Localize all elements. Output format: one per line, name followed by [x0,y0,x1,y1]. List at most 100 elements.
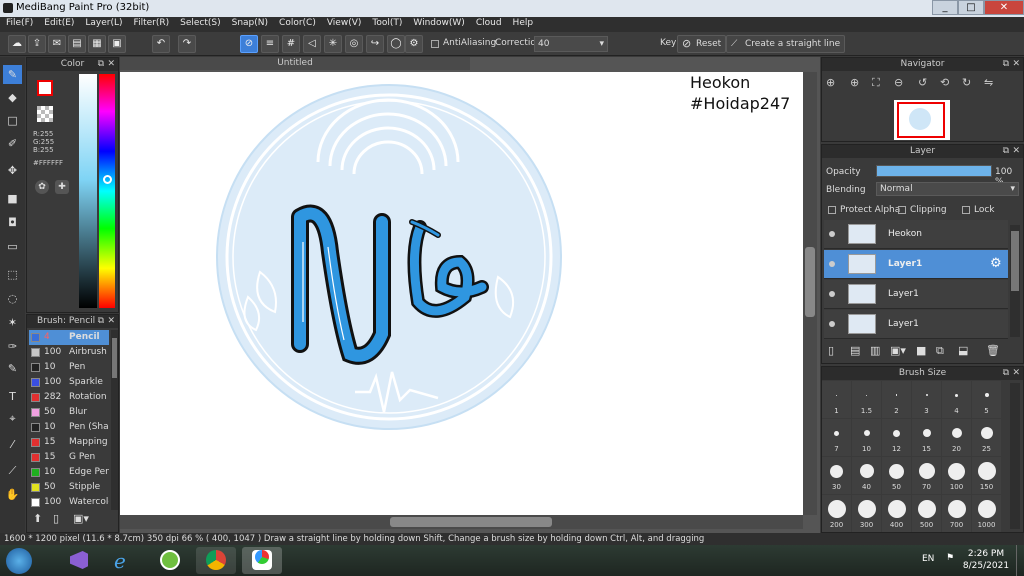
float-icon[interactable]: ⧉ [1003,145,1009,158]
brush-size-option[interactable]: 150 [972,457,1001,494]
move-tool-icon[interactable]: ✥ [3,161,22,180]
rotate-left-icon[interactable]: ↺ [918,76,927,89]
undo-icon[interactable]: ↶ [152,35,170,53]
bucket-tool-icon[interactable]: ◘ [3,213,22,232]
snap-settings-icon[interactable]: ⚙ [405,35,423,53]
close-icon[interactable]: ✕ [1012,58,1020,71]
brush-size-option[interactable]: 3 [912,381,941,418]
layer-row[interactable]: Layer1 ⚙ [824,250,1008,279]
palette-add-icon[interactable]: ✚ [55,180,69,194]
brush-item[interactable]: 4 Pencil [29,330,109,345]
brush-scrollbar[interactable] [111,330,118,510]
brush-item[interactable]: 10 Edge Pen [29,465,109,480]
horizontal-scrollbar[interactable] [120,515,803,529]
snap-ellipse-icon[interactable]: ◯ [387,35,405,53]
brush-size-option[interactable]: 1.5 [852,381,881,418]
menu-view[interactable]: View(V) [321,17,367,28]
opacity-slider[interactable] [876,165,992,177]
brush-size-option[interactable]: 200 [822,495,851,532]
zoom-fit-icon[interactable]: ⊕ [826,76,835,89]
menu-tool[interactable]: Tool(T) [366,17,407,28]
gradient-tool-icon[interactable]: ▭ [3,237,22,256]
brush-item[interactable]: 282 Rotation [29,390,109,405]
float-icon[interactable]: ⧉ [98,58,104,71]
divide-tool-icon[interactable]: ⟋ [3,461,22,480]
fit-window-icon[interactable]: ⛶ [872,76,880,90]
merge-layer-icon[interactable]: ⬓ [958,344,968,357]
rotate-reset-icon[interactable]: ⟲ [940,76,949,89]
layer-scrollbar[interactable] [1010,225,1020,337]
brush-size-option[interactable]: 12 [882,419,911,456]
select-pen-2-icon[interactable]: ✑ [3,337,22,356]
brush-size-option[interactable]: 50 [882,457,911,494]
float-icon[interactable]: ⧉ [1003,58,1009,71]
brush-item[interactable]: 100 Sparkle [29,375,109,390]
brush-add-icon[interactable]: ⬆ [33,512,42,525]
brush-size-option[interactable]: 25 [972,419,1001,456]
brush-size-option[interactable]: 100 [942,457,971,494]
canvas[interactable]: Heokon #Hoidap247 [120,72,803,515]
snap-radial-icon[interactable]: ✳ [324,35,342,53]
brush-item[interactable]: 100 Watercolor [29,495,109,510]
menu-window[interactable]: Window(W) [407,17,469,28]
brush-size-option[interactable]: 400 [882,495,911,532]
brush-size-option[interactable]: 5 [972,381,1001,418]
rect-fill-icon[interactable]: ■ [3,189,22,208]
cloud-icon[interactable]: ☁ [8,35,26,53]
start-icon[interactable] [6,548,32,574]
menu-file[interactable]: File(F) [0,17,38,28]
brush-tool-icon[interactable]: ✎ [3,65,22,84]
new-8bit-layer-icon[interactable]: ▥ [870,344,880,357]
folder-icon[interactable]: ■ [916,344,926,357]
redo-icon[interactable]: ↷ [178,35,196,53]
brush-item[interactable]: 10 Pen (Sharp) [29,420,109,435]
zoom-in-icon[interactable]: ⊕ [850,76,859,89]
primary-color-swatch[interactable] [37,80,53,96]
brush-item[interactable]: 50 Blur [29,405,109,420]
brush-size-option[interactable]: 40 [852,457,881,494]
antialiasing-checkbox[interactable] [431,40,439,48]
eye-icon[interactable] [829,261,835,267]
select-rect-icon[interactable]: ⬚ [3,265,22,284]
brush-item[interactable]: 15 G Pen [29,450,109,465]
show-desktop-button[interactable] [1016,545,1024,576]
eye-icon[interactable] [829,321,835,327]
text-tool-icon[interactable]: T [3,387,22,406]
brush-size-option[interactable]: 30 [822,457,851,494]
app-green-icon[interactable] [150,547,190,574]
brush-item[interactable]: 50 Stipple [29,480,109,495]
hue-slider[interactable] [99,74,115,308]
brush-size-option[interactable]: 4 [942,381,971,418]
lasso-tool-icon[interactable]: ◌ [3,289,22,308]
language-indicator[interactable]: EN [922,554,934,564]
brush-size-option[interactable]: 15 [912,419,941,456]
menu-select[interactable]: Select(S) [174,17,226,28]
brightness-slider[interactable] [79,74,97,308]
brush-new-icon[interactable]: ▯ [53,512,59,525]
layers-doc-icon[interactable]: ▦ [88,35,106,53]
layer-row[interactable]: Layer1 [824,280,1008,309]
layer-row[interactable]: Layer1 [824,310,1008,339]
lock-checkbox[interactable] [962,206,970,214]
menu-help[interactable]: Help [507,17,539,28]
brush-size-scrollbar[interactable] [1010,383,1020,529]
brush-item[interactable]: 15 Mapping [29,435,109,450]
brush-size-option[interactable]: 1 [822,381,851,418]
zoom-out-icon[interactable]: ⊖ [894,76,903,89]
material-icon[interactable]: ▣ [108,35,126,53]
brush-size-option[interactable]: 10 [852,419,881,456]
flag-icon[interactable]: ⚑ [946,553,954,563]
correction-select[interactable]: 40 ▾ [534,36,608,52]
close-icon[interactable]: ✕ [1012,367,1020,380]
brush-size-option[interactable]: 2 [882,381,911,418]
new-layer-icon[interactable]: ▯ [828,344,834,357]
minimize-button[interactable]: _ [932,0,958,15]
float-icon[interactable]: ⧉ [98,315,104,328]
add-layer-menu-icon[interactable]: ▣▾ [890,344,906,357]
close-icon[interactable]: ✕ [107,58,115,71]
brush-size-option[interactable]: 70 [912,457,941,494]
menu-edit[interactable]: Edit(E) [38,17,79,28]
navigator-preview[interactable] [894,100,950,140]
document-icon[interactable]: ▤ [68,35,86,53]
new-halftone-layer-icon[interactable]: ▤ [850,344,860,357]
